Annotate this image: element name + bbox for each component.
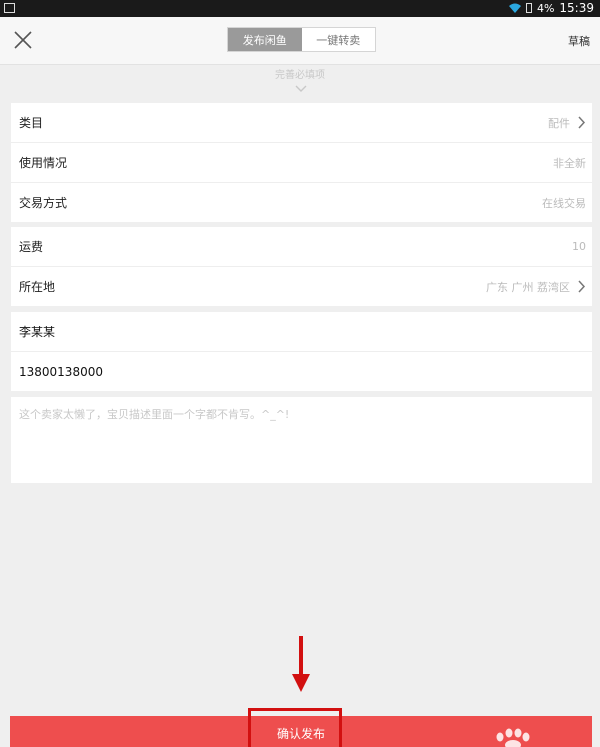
draft-button[interactable]: 草稿 [568,33,590,49]
highlight-box [248,708,342,747]
contact-phone-input[interactable] [19,364,559,379]
chevron-right-icon [578,116,586,129]
trade-method-label: 交易方式 [19,196,68,210]
shipping-fee-label: 运费 [19,240,44,254]
shipping-fee-value: 10 [572,240,586,253]
trade-method-value: 在线交易 [542,196,586,210]
image-notification-icon [4,3,15,13]
details-card: 类目 配件 使用情况 非全新 交易方式 在线交易 [11,103,592,222]
contact-name-input[interactable] [19,324,559,339]
condition-row[interactable]: 使用情况 非全新 [11,143,592,183]
status-right: 4% 15:39 [508,1,594,15]
contact-phone-row [11,352,592,391]
wifi-icon [508,3,521,13]
paw-watermark-icon [496,728,530,747]
chevron-down-icon[interactable] [294,84,308,94]
location-value: 广东 广州 荔湾区 [486,280,570,294]
required-hint: 完善必填项 [275,70,325,81]
shipping-card: 运费 10 所在地 广东 广州 荔湾区 [11,227,592,306]
contact-card [11,312,592,391]
condition-label: 使用情况 [19,156,68,170]
tab-publish-idle[interactable]: 发布闲鱼 [228,28,302,51]
location-row[interactable]: 所在地 广东 广州 荔湾区 [11,267,592,306]
category-row[interactable]: 类目 配件 [11,103,592,143]
tab-quick-resell[interactable]: 一键转卖 [301,28,375,51]
publish-mode-tabs: 发布闲鱼 一键转卖 [227,27,376,52]
clock: 15:39 [559,1,594,15]
trade-method-row[interactable]: 交易方式 在线交易 [11,183,592,222]
description-input[interactable] [11,397,592,483]
shipping-fee-row[interactable]: 运费 10 [11,227,592,267]
battery-icon [525,3,532,13]
category-value: 配件 [548,116,570,130]
annotation-arrow-icon [292,636,310,692]
status-bar: 4% 15:39 [0,0,600,17]
location-label: 所在地 [19,280,56,294]
top-bar: 发布闲鱼 一键转卖 草稿 [0,17,600,65]
category-label: 类目 [19,116,44,130]
condition-value: 非全新 [553,156,586,170]
battery-percent: 4% [536,1,555,15]
chevron-right-icon [578,280,586,293]
close-button[interactable] [12,29,34,51]
close-icon [14,31,32,49]
contact-name-row [11,312,592,352]
